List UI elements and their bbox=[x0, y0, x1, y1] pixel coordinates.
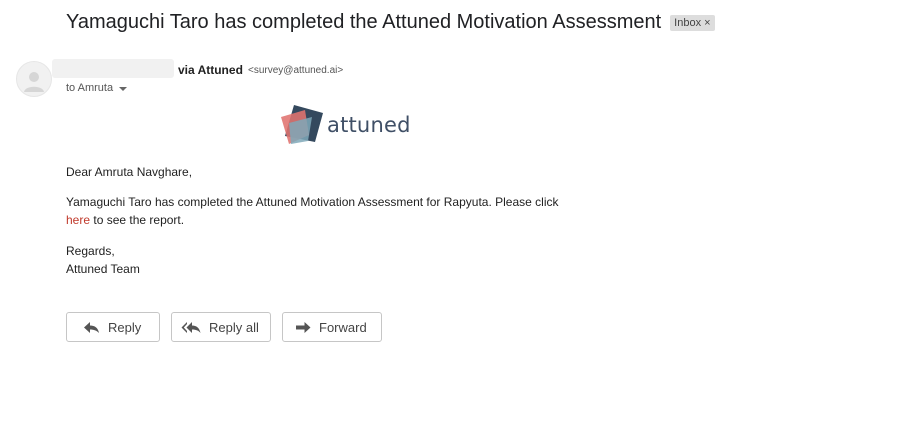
reply-all-button[interactable]: Reply all bbox=[171, 312, 271, 342]
report-link[interactable]: here bbox=[66, 213, 90, 227]
sender-via: via Attuned bbox=[178, 63, 243, 77]
recipient-line: to Amruta bbox=[66, 82, 114, 94]
chevron-down-icon bbox=[119, 87, 128, 91]
logo-mark bbox=[281, 105, 323, 144]
reply-label: Reply bbox=[108, 319, 142, 335]
person-icon bbox=[24, 72, 44, 92]
recipient-details-toggle[interactable]: to Amruta bbox=[66, 82, 128, 94]
remove-label-button[interactable]: × bbox=[704, 16, 710, 30]
attuned-logo: attuned bbox=[279, 104, 411, 146]
reply-all-label: Reply all bbox=[209, 319, 259, 335]
reply-icon bbox=[83, 321, 100, 334]
message-line-1: Yamaguchi Taro has completed the Attuned… bbox=[66, 195, 559, 209]
reply-actions: Reply Reply all Forward bbox=[66, 312, 382, 342]
reply-button[interactable]: Reply bbox=[66, 312, 160, 342]
inbox-label-chip[interactable]: Inbox × bbox=[670, 15, 715, 31]
email-header: Yamaguchi Taro has completed the Attuned… bbox=[66, 11, 715, 34]
forward-label: Forward bbox=[319, 319, 367, 335]
regards: Regards, bbox=[66, 244, 115, 258]
forward-button[interactable]: Forward bbox=[282, 312, 382, 342]
message-line-2-text: to see the report. bbox=[90, 213, 185, 227]
greeting: Dear Amruta Navghare, bbox=[66, 165, 193, 179]
sender-avatar[interactable] bbox=[16, 61, 52, 97]
sender-name-redacted bbox=[52, 59, 174, 78]
email-subject: Yamaguchi Taro has completed the Attuned… bbox=[66, 11, 662, 33]
sender-email: <survey@attuned.ai> bbox=[248, 65, 344, 76]
forward-icon bbox=[295, 321, 311, 334]
reply-all-icon bbox=[181, 321, 201, 334]
message-line-2: here to see the report. bbox=[66, 211, 184, 229]
signature: Attuned Team bbox=[66, 262, 140, 276]
label-text: Inbox bbox=[674, 17, 702, 29]
logo-wordmark: attuned bbox=[327, 113, 411, 137]
